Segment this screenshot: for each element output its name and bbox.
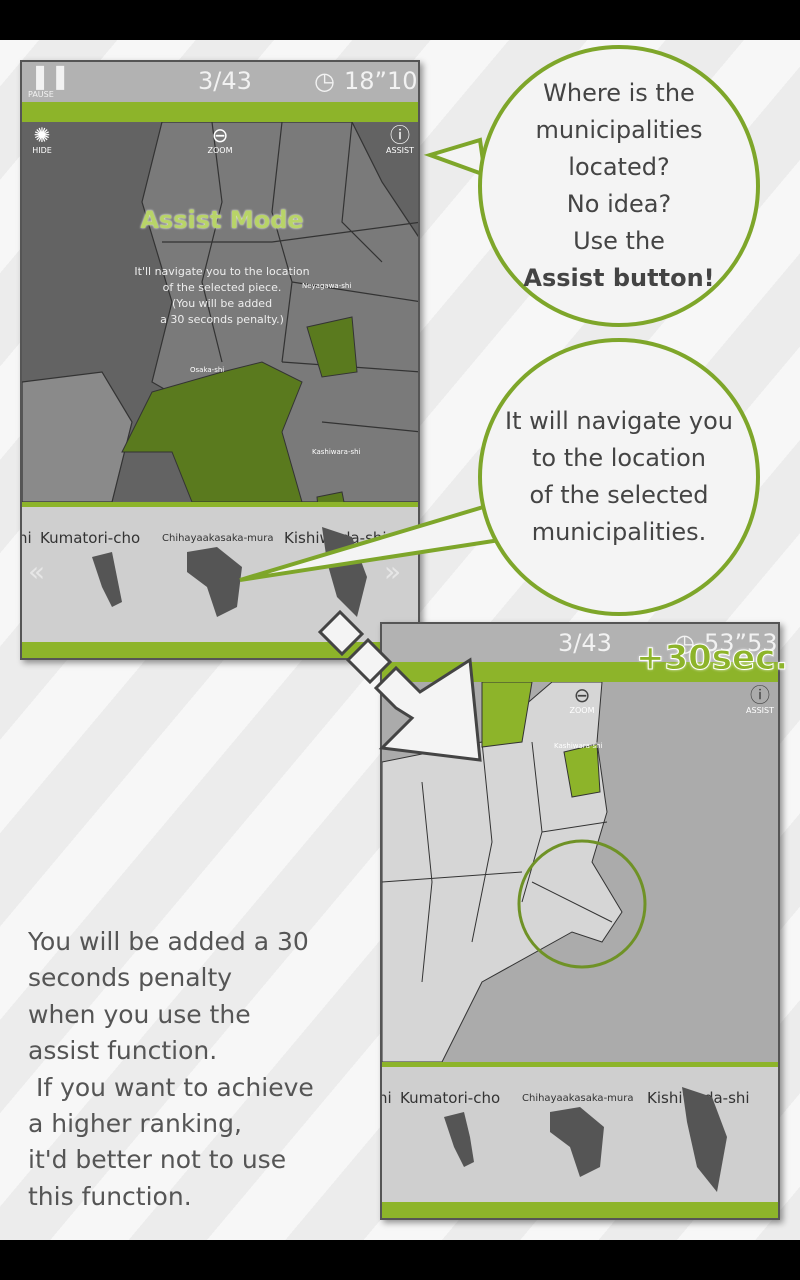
caption-line: assist function. xyxy=(28,1036,218,1066)
caption-line: this function. xyxy=(28,1181,192,1211)
bottom-black-bar xyxy=(0,1240,800,1280)
caption-line: You will be added a 30 xyxy=(28,927,309,956)
arrow-icon xyxy=(317,609,482,762)
caption-line: seconds penalty xyxy=(28,963,233,993)
caption-line: a higher ranking, xyxy=(28,1109,242,1139)
piece-shapes xyxy=(444,1087,727,1192)
caption-text: You will be added a 30 seconds penalty whe… xyxy=(28,924,314,1215)
caption-line: it'd better not to use xyxy=(28,1145,287,1175)
piece-kumatori-cho xyxy=(444,1112,474,1167)
caption-line: when you use the xyxy=(28,999,251,1029)
caption-line: If you want to achieve xyxy=(28,1072,314,1102)
piece-chihayaakasaka-mura xyxy=(550,1107,604,1177)
piece-tray[interactable]: hi Kumatori-cho Chihayaakasaka-mura Kish… xyxy=(382,1067,778,1202)
piece-kishiwada-shi xyxy=(682,1087,727,1192)
bottom-green-bar xyxy=(382,1202,778,1218)
